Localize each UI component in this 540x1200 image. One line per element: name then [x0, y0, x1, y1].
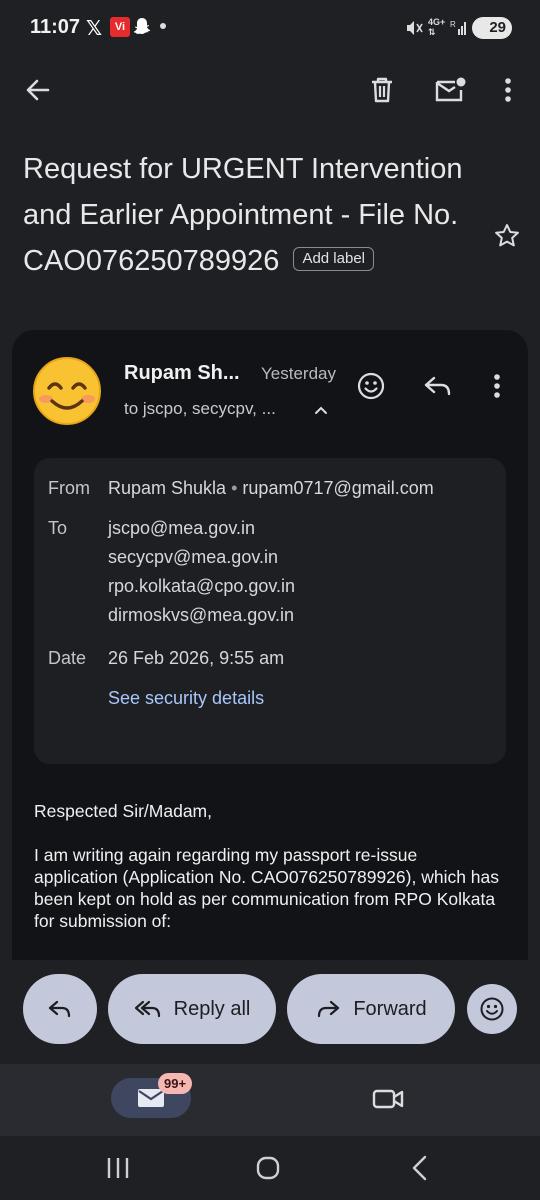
- status-bar: 11:07 𝕏 Vi 4G+ ⇅ R 29: [0, 0, 540, 58]
- from-separator: •: [231, 478, 238, 498]
- from-label: From: [48, 478, 90, 498]
- system-back-button[interactable]: [402, 1150, 438, 1186]
- delete-button[interactable]: [362, 70, 402, 110]
- body-paragraph: Respected Sir/Madam,: [34, 801, 212, 821]
- svg-text:R: R: [450, 20, 456, 29]
- star-button[interactable]: [487, 216, 527, 256]
- sender-name[interactable]: Rupam Sh...: [124, 362, 240, 385]
- body-paragraph: I am writing again regarding my passport…: [34, 845, 500, 931]
- email-subject: Request for URGENT Intervention and Earl…: [23, 146, 463, 284]
- date-label: Date: [48, 648, 87, 668]
- star-icon: [495, 224, 519, 247]
- forward-button[interactable]: Forward: [287, 974, 455, 1044]
- reply-icon: [424, 376, 451, 396]
- chevron-left-icon: [412, 1155, 427, 1181]
- message-card: Rupam Sh... Yesterday to jscpo, secycpv,…: [12, 330, 528, 970]
- battery-indicator: 29: [472, 17, 512, 39]
- recent-apps-button[interactable]: [100, 1150, 136, 1186]
- carrier-vi-icon: Vi: [110, 17, 130, 37]
- recent-apps-icon: [107, 1158, 129, 1178]
- subject-text: Request for URGENT Intervention and Earl…: [23, 153, 463, 277]
- snapchat-icon: [133, 18, 151, 34]
- nav-meet-tab[interactable]: [366, 1081, 410, 1117]
- arrow-left-icon: [26, 79, 50, 101]
- unread-count-badge: 99+: [158, 1073, 193, 1094]
- recipients-summary[interactable]: to jscpo, secycpv, ...: [124, 399, 276, 419]
- system-navigation: [0, 1136, 540, 1200]
- message-body: Respected Sir/Madam, I am writing again …: [34, 800, 504, 954]
- emoji-smile-icon: [480, 997, 504, 1021]
- more-options-button[interactable]: [490, 70, 526, 110]
- avatar[interactable]: [32, 356, 102, 426]
- forward-label: Forward: [353, 997, 427, 1020]
- emoji-smile-icon: [357, 372, 385, 400]
- reply-all-icon: [134, 1000, 160, 1018]
- mute-icon: [407, 21, 423, 35]
- home-icon: [256, 1156, 280, 1180]
- trash-icon: [372, 77, 392, 103]
- reply-pill-button[interactable]: [23, 974, 97, 1044]
- message-more-button[interactable]: [482, 367, 512, 405]
- bottom-navigation: 99+: [0, 1064, 540, 1136]
- from-name: Rupam Shukla: [108, 478, 227, 498]
- to-recipient[interactable]: secycpv@mea.gov.in: [108, 547, 278, 568]
- back-button[interactable]: [18, 70, 58, 110]
- reply-button[interactable]: [419, 367, 457, 405]
- signal-icon: R: [450, 20, 466, 35]
- status-time: 11:07: [30, 16, 81, 38]
- message-time: Yesterday: [261, 364, 336, 383]
- more-vertical-icon: [505, 78, 511, 102]
- from-value: Rupam Shukla • rupam0717@gmail.com: [108, 478, 434, 499]
- reply-all-label: Reply all: [173, 997, 251, 1020]
- home-button[interactable]: [250, 1150, 286, 1186]
- reply-action-bar: Reply all Forward: [0, 960, 540, 1064]
- date-value: 26 Feb 2026, 9:55 am: [108, 648, 285, 668]
- chevron-up-icon[interactable]: [311, 400, 331, 420]
- add-label-button[interactable]: Add label: [293, 247, 375, 272]
- x-app-icon: 𝕏: [86, 18, 103, 40]
- reply-icon: [48, 1000, 71, 1018]
- emoji-reaction-button[interactable]: [467, 984, 517, 1034]
- security-details-link[interactable]: See security details: [108, 688, 264, 709]
- reply-all-button[interactable]: Reply all: [108, 974, 276, 1044]
- forward-icon: [318, 1000, 340, 1018]
- more-vertical-icon: [494, 374, 500, 398]
- add-reaction-button[interactable]: [352, 367, 390, 405]
- to-label: To: [48, 518, 68, 538]
- network-type: 4G+ ⇅: [428, 17, 446, 37]
- mail-badge-icon: [435, 77, 466, 102]
- to-recipient[interactable]: rpo.kolkata@cpo.gov.in: [108, 576, 295, 597]
- to-recipient[interactable]: jscpo@mea.gov.in: [108, 518, 255, 539]
- from-email[interactable]: rupam0717@gmail.com: [242, 478, 433, 498]
- message-details-panel: From Rupam Shukla • rupam0717@gmail.com …: [34, 458, 506, 764]
- video-camera-icon: [372, 1089, 404, 1109]
- to-recipient[interactable]: dirmoskvs@mea.gov.in: [108, 605, 294, 626]
- mark-unread-button[interactable]: [430, 70, 470, 110]
- notification-dot-icon: [160, 23, 166, 29]
